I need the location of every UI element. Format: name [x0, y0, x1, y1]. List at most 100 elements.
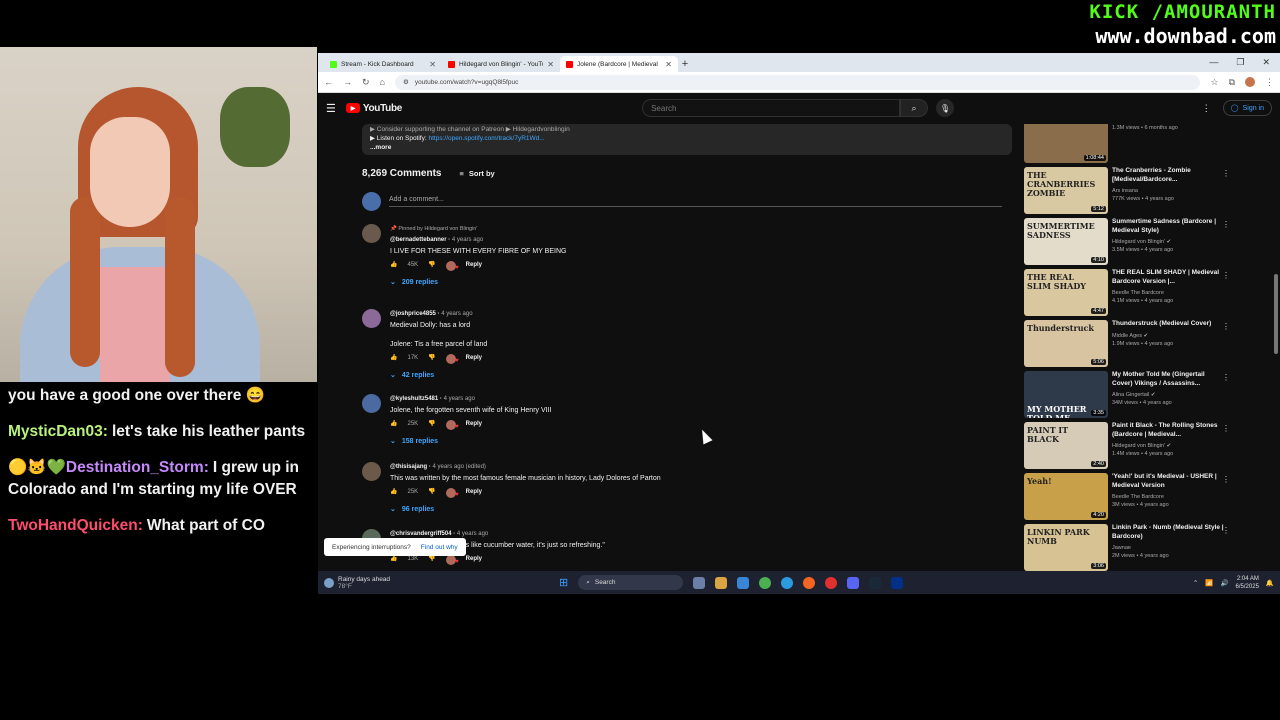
view-replies-button[interactable]: ⌄ 209 replies: [390, 277, 566, 288]
reply-button[interactable]: Reply: [466, 554, 482, 565]
video-thumbnail[interactable]: Thunderstruck 5:06: [1024, 320, 1108, 367]
close-window-icon[interactable]: ✕: [1262, 57, 1270, 68]
video-thumbnail[interactable]: THE REAL SLIM SHADY 4:47: [1024, 269, 1108, 316]
show-more-link[interactable]: ...more: [370, 143, 1004, 152]
site-info-icon[interactable]: ⚙: [403, 78, 409, 86]
weather-widget[interactable]: Rainy days ahead 78°F: [324, 576, 424, 590]
browser-tab[interactable]: Stream - Kick Dashboard ✕: [324, 56, 442, 72]
comment-author[interactable]: @bernadettebanner · 4 years ago: [390, 235, 566, 246]
video-menu-icon[interactable]: ⋮: [1222, 220, 1230, 229]
reload-icon[interactable]: ↻: [362, 77, 370, 88]
reply-button[interactable]: Reply: [466, 260, 482, 271]
chat-username[interactable]: MysticDan03:: [8, 423, 108, 440]
view-replies-button[interactable]: ⌄ 42 replies: [390, 370, 487, 381]
related-video[interactable]: PAINT IT BLACK 2:40 Paint it Black - The R…: [1024, 422, 1230, 470]
scrollbar-thumb[interactable]: [1274, 274, 1278, 354]
related-video[interactable]: 1:08:44Malte Marten1.3M views • 6 months…: [1024, 124, 1224, 164]
avatar[interactable]: [362, 462, 381, 481]
youtube-search-input[interactable]: [642, 99, 901, 117]
forward-icon[interactable]: →: [343, 77, 352, 87]
close-tab-icon[interactable]: ✕: [547, 60, 554, 69]
notification-icon[interactable]: 🔔: [1266, 579, 1274, 587]
related-video[interactable]: MY MOTHER TOLD ME 3:35 My Mother Told Me (…: [1024, 371, 1230, 419]
video-thumbnail[interactable]: Yeah! 4:20: [1024, 473, 1108, 520]
related-video[interactable]: SUMMERTIME SADNESS 4:10 Summertime Sadness…: [1024, 218, 1230, 266]
chat-username[interactable]: TwoHandQuicken:: [8, 517, 143, 534]
maximize-icon[interactable]: ❐: [1236, 57, 1244, 68]
edge-icon[interactable]: [781, 576, 794, 589]
steam-icon[interactable]: [869, 576, 882, 589]
minimize-icon[interactable]: —: [1209, 57, 1218, 68]
browser-menu-icon[interactable]: ⋮: [1265, 77, 1274, 88]
like-icon[interactable]: 👍: [390, 260, 397, 271]
avatar[interactable]: [362, 394, 381, 413]
view-replies-button[interactable]: ⌄ 158 replies: [390, 436, 551, 447]
store-icon[interactable]: [737, 576, 750, 589]
video-thumbnail[interactable]: PAINT IT BLACK 2:40: [1024, 422, 1108, 469]
task-view-icon[interactable]: [693, 576, 706, 589]
related-video[interactable]: THE CRANBERRIES ZOMBIE 5:12 The Cranberrie…: [1024, 167, 1230, 215]
video-thumbnail[interactable]: 1:08:44: [1024, 124, 1108, 163]
reply-button[interactable]: Reply: [466, 353, 482, 364]
close-tab-icon[interactable]: ✕: [665, 60, 672, 69]
dislike-icon[interactable]: 👎: [428, 419, 435, 430]
browser-tab[interactable]: Jolene (Bardcore | Medieval ✕: [560, 56, 678, 72]
video-thumbnail[interactable]: MY MOTHER TOLD ME 3:35: [1024, 371, 1108, 418]
url-field[interactable]: ⚙ youtube.com/watch?v=ugqQ8l5fpuc: [394, 74, 1201, 90]
like-icon[interactable]: 👍: [390, 419, 397, 430]
file-explorer-icon[interactable]: [715, 576, 728, 589]
comment-author[interactable]: @thisisajang · 4 years ago (edited): [390, 462, 661, 473]
playstation-icon[interactable]: [891, 576, 904, 589]
video-menu-icon[interactable]: ⋮: [1222, 322, 1230, 331]
video-thumbnail[interactable]: LINKIN PARK NUMB 3:06: [1024, 524, 1108, 571]
sign-in-button[interactable]: ◯ Sign in: [1222, 100, 1272, 116]
avatar[interactable]: [362, 309, 381, 328]
new-tab-button[interactable]: +: [678, 58, 692, 70]
browser-tab[interactable]: Hildegard von Blingin' - YouTube ✕: [442, 56, 560, 72]
dislike-icon[interactable]: 👎: [428, 353, 435, 364]
video-menu-icon[interactable]: ⋮: [1222, 526, 1230, 535]
related-video[interactable]: Thunderstruck 5:06 Thunderstruck (Medieval…: [1024, 320, 1230, 368]
opera-icon[interactable]: [825, 576, 838, 589]
avatar[interactable]: [362, 224, 381, 243]
related-video[interactable]: THE REAL SLIM SHADY 4:47 THE REAL SLIM SHA…: [1024, 269, 1230, 317]
firefox-icon[interactable]: [803, 576, 816, 589]
home-icon[interactable]: ⌂: [380, 77, 385, 87]
add-comment-input[interactable]: Add a comment...: [389, 196, 1002, 207]
hamburger-menu-icon[interactable]: ☰: [326, 102, 336, 115]
chat-username[interactable]: Destination_Storm:: [66, 459, 209, 476]
profile-icon[interactable]: [1245, 77, 1255, 87]
chevron-up-icon[interactable]: ⌃: [1193, 579, 1198, 587]
back-icon[interactable]: ←: [324, 77, 333, 87]
related-video[interactable]: LINKIN PARK NUMB 3:06 Linkin Park - Numb (…: [1024, 524, 1230, 571]
spotify-link[interactable]: https://open.spotify.com/track/7yR1Wd...: [428, 135, 544, 142]
microphone-icon[interactable]: 🎙: [936, 99, 955, 117]
clock[interactable]: 2:04 AM 6/5/2025: [1236, 575, 1259, 591]
video-thumbnail[interactable]: THE CRANBERRIES ZOMBIE 5:12: [1024, 167, 1108, 214]
like-icon[interactable]: 👍: [390, 353, 397, 364]
bookmark-icon[interactable]: ☆: [1210, 77, 1218, 88]
taskbar-search[interactable]: ⌕ Search: [578, 575, 684, 590]
find-out-why-link[interactable]: Find out why: [421, 544, 458, 551]
video-menu-icon[interactable]: ⋮: [1222, 169, 1230, 178]
sort-by-button[interactable]: ≡ Sort by: [459, 169, 494, 178]
reply-button[interactable]: Reply: [466, 419, 482, 430]
search-icon[interactable]: ⌕: [900, 99, 929, 117]
comment-author[interactable]: @kyleshultz5481 · 4 years ago: [390, 394, 551, 405]
video-description[interactable]: ▶ Consider supporting the channel on Pat…: [362, 124, 1012, 155]
view-replies-button[interactable]: ⌄ 96 replies: [390, 504, 661, 515]
reply-button[interactable]: Reply: [466, 487, 482, 498]
extensions-icon[interactable]: ⧉: [1229, 77, 1235, 88]
related-video[interactable]: Yeah! 4:20 'Yeah!' but it's Medieval - USH…: [1024, 473, 1230, 521]
youtube-logo[interactable]: ▶ YouTube: [345, 103, 402, 114]
windows-start-icon[interactable]: ⊞: [559, 576, 568, 589]
video-menu-icon[interactable]: ⋮: [1222, 424, 1230, 433]
video-menu-icon[interactable]: ⋮: [1222, 373, 1230, 382]
chrome-icon[interactable]: [759, 576, 772, 589]
video-thumbnail[interactable]: SUMMERTIME SADNESS 4:10: [1024, 218, 1108, 265]
volume-icon[interactable]: 🔊: [1220, 579, 1228, 587]
discord-icon[interactable]: [847, 576, 860, 589]
like-icon[interactable]: 👍: [390, 487, 397, 498]
dislike-icon[interactable]: 👎: [428, 487, 435, 498]
close-tab-icon[interactable]: ✕: [429, 60, 436, 69]
